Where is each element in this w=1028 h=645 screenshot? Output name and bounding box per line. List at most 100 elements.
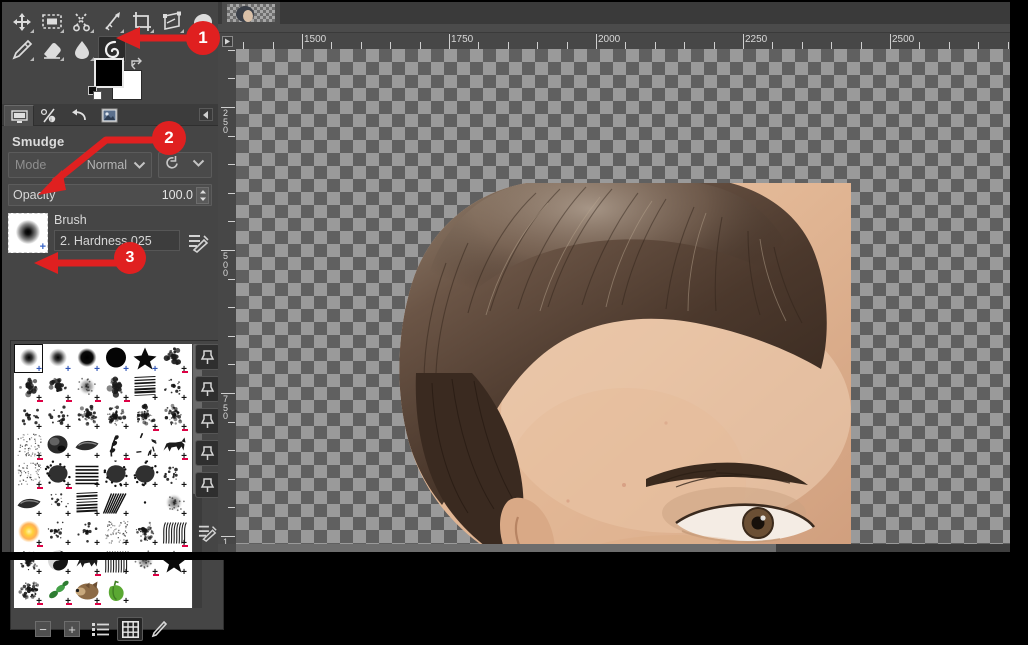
brush-cell[interactable]: + bbox=[14, 460, 43, 489]
brush-cell[interactable] bbox=[159, 576, 188, 605]
reset-colors-icon[interactable] bbox=[88, 86, 103, 101]
brush-cell-mark: + bbox=[123, 364, 129, 374]
brush-cell[interactable] bbox=[130, 489, 159, 518]
brush-thumbnail-button[interactable]: + bbox=[8, 213, 48, 253]
ruler-label: 2000 bbox=[598, 34, 621, 45]
brush-cell[interactable]: + bbox=[43, 489, 72, 518]
crop-tool-button[interactable] bbox=[128, 8, 156, 34]
canvas[interactable] bbox=[236, 49, 1010, 544]
brush-cell[interactable]: + bbox=[43, 576, 72, 605]
brush-cell[interactable]: + bbox=[43, 344, 72, 373]
increase-preview-size-button[interactable]: + bbox=[59, 617, 85, 641]
scissors-select-tool-button[interactable] bbox=[68, 8, 96, 34]
dock-tab-images[interactable] bbox=[94, 105, 124, 126]
dock-menu-button[interactable] bbox=[199, 108, 213, 121]
foreground-color-swatch[interactable] bbox=[94, 58, 124, 88]
brush-cell[interactable]: + bbox=[14, 431, 43, 460]
brush-cell[interactable]: + bbox=[159, 373, 188, 402]
image-tab[interactable] bbox=[222, 2, 280, 24]
brush-cell[interactable]: + bbox=[159, 431, 188, 460]
brush-cell[interactable]: + bbox=[14, 576, 43, 605]
brush-cell[interactable]: + bbox=[43, 431, 72, 460]
brush-tag-2-button[interactable] bbox=[195, 376, 220, 402]
edit-brush-button[interactable] bbox=[186, 213, 212, 253]
brush-cell[interactable] bbox=[130, 576, 159, 605]
open-brush-editor-button[interactable] bbox=[146, 617, 172, 641]
brush-cell[interactable]: + bbox=[43, 402, 72, 431]
rectangle-select-tool-button[interactable] bbox=[38, 8, 66, 34]
brush-cell[interactable]: + bbox=[101, 518, 130, 547]
brush-cell-mark: + bbox=[36, 567, 42, 577]
brush-cell[interactable]: + bbox=[130, 344, 159, 373]
dock-tab-undo-history[interactable] bbox=[64, 105, 94, 126]
brush-tag-4-button[interactable] bbox=[195, 440, 220, 466]
horizontal-scrollbar[interactable] bbox=[236, 544, 1010, 552]
brush-cell[interactable]: + bbox=[101, 489, 130, 518]
ruler-minor-tick bbox=[948, 42, 950, 49]
mode-dropdown[interactable]: Mode Normal bbox=[8, 152, 152, 178]
brush-tag-5-button[interactable] bbox=[195, 472, 220, 498]
swap-colors-icon[interactable] bbox=[130, 56, 144, 70]
brush-cell[interactable]: + bbox=[101, 402, 130, 431]
brush-cell[interactable]: + bbox=[72, 431, 101, 460]
brush-cell[interactable]: + bbox=[43, 460, 72, 489]
brush-cell[interactable]: + bbox=[14, 402, 43, 431]
brush-cell[interactable]: + bbox=[72, 373, 101, 402]
brush-cell[interactable]: + bbox=[101, 460, 130, 489]
paintbrush-tool-button[interactable] bbox=[8, 36, 36, 62]
opacity-stepper[interactable] bbox=[196, 187, 209, 204]
decrease-preview-size-button[interactable]: − bbox=[30, 617, 56, 641]
brush-cell[interactable]: + bbox=[130, 460, 159, 489]
opacity-slider[interactable]: Opacity 100.0 bbox=[8, 184, 212, 206]
brush-cell-selected[interactable]: + bbox=[14, 344, 43, 373]
brush-cell[interactable]: + bbox=[130, 431, 159, 460]
dock-tab-tool-options[interactable] bbox=[4, 105, 34, 126]
brush-cell[interactable]: + bbox=[159, 344, 188, 373]
measure-tool-button[interactable] bbox=[98, 8, 126, 34]
brush-cell[interactable]: + bbox=[159, 460, 188, 489]
brush-cell[interactable]: + bbox=[14, 518, 43, 547]
brush-cell[interactable]: + bbox=[159, 402, 188, 431]
brush-cell[interactable]: + bbox=[72, 402, 101, 431]
list-view-button[interactable] bbox=[88, 617, 114, 641]
brush-cell[interactable]: + bbox=[101, 576, 130, 605]
brush-cell-mark: + bbox=[65, 596, 72, 605]
popup-edit-brush-button[interactable] bbox=[195, 519, 220, 545]
brush-cell[interactable]: + bbox=[101, 344, 130, 373]
menu-bar[interactable] bbox=[218, 24, 1010, 33]
perspective-transform-tool-button[interactable] bbox=[158, 8, 186, 34]
brush-cell[interactable]: + bbox=[43, 518, 72, 547]
brush-cell[interactable]: + bbox=[130, 518, 159, 547]
brush-cell[interactable]: + bbox=[101, 431, 130, 460]
brush-tag-3-button[interactable] bbox=[195, 408, 220, 434]
eraser-tool-button[interactable] bbox=[38, 36, 66, 62]
brush-cell[interactable]: + bbox=[101, 373, 130, 402]
dock-tab-device-status[interactable]: i bbox=[34, 105, 64, 126]
brush-cell[interactable]: + bbox=[72, 489, 101, 518]
brush-cell-mark: + bbox=[36, 451, 43, 460]
ruler-minor-tick bbox=[228, 164, 235, 166]
vertical-ruler[interactable]: 250 500 750 1000 bbox=[218, 49, 236, 544]
brush-cell[interactable]: + bbox=[159, 518, 188, 547]
brush-cell[interactable]: + bbox=[43, 373, 72, 402]
ruler-origin-button[interactable] bbox=[218, 33, 236, 49]
brush-cell[interactable]: + bbox=[14, 373, 43, 402]
reset-tool-options-button[interactable] bbox=[158, 152, 212, 178]
svg-text:i: i bbox=[50, 117, 51, 123]
brush-tag-1-button[interactable] bbox=[195, 344, 220, 370]
brush-cell[interactable]: + bbox=[72, 344, 101, 373]
brush-grid-viewport[interactable]: + + + + + + + + + + + + + + + + + + + + + + + + + + + + + + + + + + + + + + + +… bbox=[14, 344, 192, 608]
move-tool-button[interactable] bbox=[8, 8, 36, 34]
brush-cell[interactable]: + bbox=[159, 489, 188, 518]
horizontal-ruler[interactable]: 150017502000225025002750 bbox=[236, 33, 1010, 49]
brush-cell-mark: + bbox=[94, 538, 100, 548]
brush-cell[interactable]: + bbox=[14, 489, 43, 518]
brush-cell[interactable]: + bbox=[72, 518, 101, 547]
ruler-minor-tick bbox=[228, 335, 235, 337]
scrollbar-thumb[interactable] bbox=[236, 544, 776, 552]
brush-cell[interactable]: + bbox=[72, 576, 101, 605]
brush-cell[interactable]: + bbox=[130, 402, 159, 431]
brush-cell[interactable]: + bbox=[130, 373, 159, 402]
brush-cell[interactable]: + bbox=[72, 460, 101, 489]
grid-view-button[interactable] bbox=[117, 617, 143, 641]
